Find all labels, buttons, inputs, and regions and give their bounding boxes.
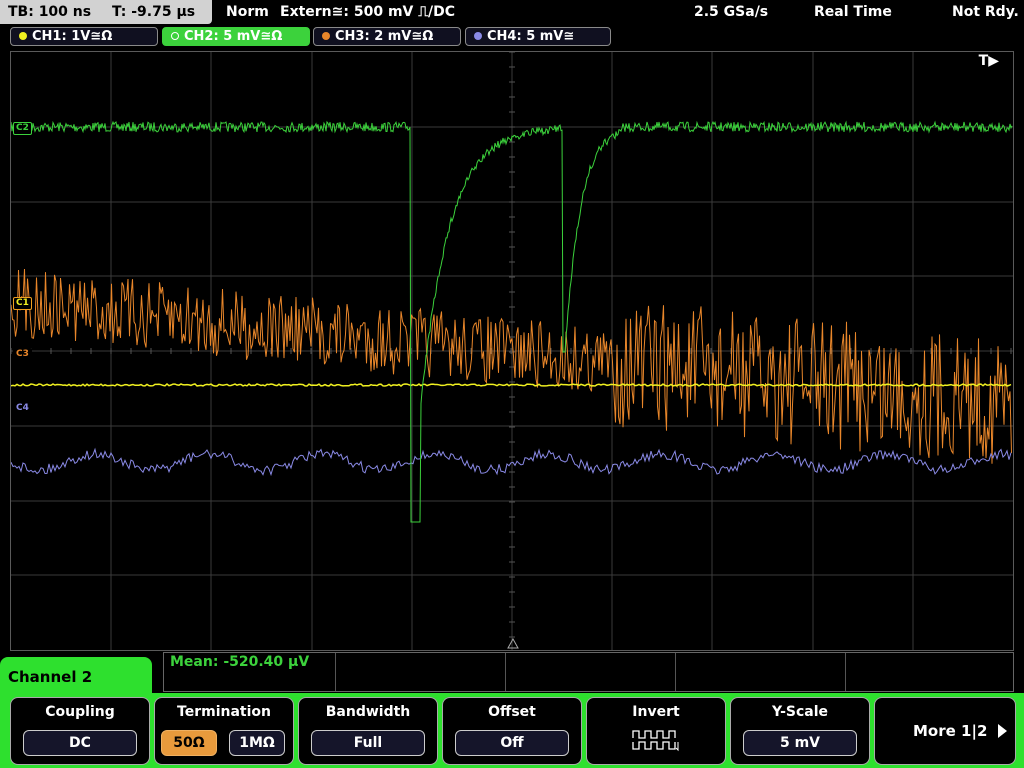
channel-4-label: CH4: 5 mV≅: [487, 29, 575, 44]
trigger-offset-indicator[interactable]: T▶: [979, 53, 999, 69]
channel-2-ref-marker[interactable]: C2: [13, 122, 32, 135]
channel-1-color-dot: [19, 32, 27, 40]
bandwidth-value: Full: [311, 730, 425, 756]
measurement-cell: [505, 653, 676, 691]
channel-2-label: CH2: 5 mV≅Ω: [184, 29, 283, 44]
measurement-cell: [675, 653, 846, 691]
coupling-softkey[interactable]: Coupling DC: [10, 697, 150, 765]
invert-title: Invert: [632, 704, 680, 720]
measurement-bar: Mean: -520.40 µV: [163, 652, 1014, 692]
trigger-position-marker[interactable]: [507, 637, 519, 649]
offset-title: Offset: [488, 704, 536, 720]
channel-4-ref-marker[interactable]: C4: [13, 402, 32, 415]
channel-tabs: CH1: 1V≅Ω CH2: 5 mV≅Ω CH3: 2 mV≅Ω CH4: 5…: [0, 26, 1024, 48]
channel-3-label: CH3: 2 mV≅Ω: [335, 29, 434, 44]
waveform-display[interactable]: T▶ C2 C1 C3 C4: [10, 51, 1014, 651]
trigger-source[interactable]: Extern≅: 500 mV ⎍/DC: [280, 0, 455, 24]
timebase-box[interactable]: TB: 100 ns T: -9.75 µs: [0, 0, 212, 24]
more-label: More 1|2: [913, 722, 988, 740]
measurement-cell: [164, 653, 336, 691]
more-softkey[interactable]: More 1|2: [874, 697, 1016, 765]
channel-2-color-dot: [171, 32, 179, 40]
timebase-value: TB: 100 ns: [8, 4, 92, 20]
y-scale-softkey[interactable]: Y-Scale 5 mV: [730, 697, 870, 765]
trigger-time-value: T: -9.75 µs: [111, 4, 196, 20]
graticule: [11, 52, 1013, 650]
channel-4-waveform: [11, 447, 1012, 477]
trigger-mode[interactable]: Norm: [226, 0, 269, 24]
channel-4-tab[interactable]: CH4: 5 mV≅: [465, 27, 611, 46]
sample-rate: 2.5 GSa/s: [694, 4, 769, 20]
channel-1-ref-marker[interactable]: C1: [13, 297, 32, 310]
channel-4-color-dot: [474, 32, 482, 40]
bandwidth-title: Bandwidth: [325, 704, 411, 720]
channel-3-ref-marker[interactable]: C3: [13, 348, 32, 361]
termination-option-1mohm[interactable]: 1MΩ: [229, 730, 285, 756]
y-scale-title: Y-Scale: [771, 704, 828, 720]
y-scale-value: 5 mV: [743, 730, 857, 756]
bandwidth-softkey[interactable]: Bandwidth Full: [298, 697, 438, 765]
termination-title: Termination: [177, 704, 271, 720]
channel-3-waveform: [11, 268, 1012, 464]
waveform-canvas: [11, 52, 1013, 650]
coupling-value: DC: [23, 730, 137, 756]
channel-1-tab[interactable]: CH1: 1V≅Ω: [10, 27, 158, 46]
invert-waveform-icon: [632, 730, 679, 752]
termination-softkey[interactable]: Termination 50Ω 1MΩ: [154, 697, 294, 765]
coupling-title: Coupling: [45, 704, 115, 720]
arrow-right-icon: [998, 724, 1007, 738]
channel-3-color-dot: [322, 32, 330, 40]
termination-option-50ohm[interactable]: 50Ω: [161, 730, 217, 756]
offset-softkey[interactable]: Offset Off: [442, 697, 582, 765]
run-status: Not Rdy.: [952, 4, 1019, 20]
acquisition-mode[interactable]: Real Time: [814, 0, 892, 24]
measurement-cell: [335, 653, 506, 691]
status-bar: TB: 100 ns T: -9.75 µs Norm Extern≅: 500…: [0, 0, 1024, 24]
invert-softkey[interactable]: Invert: [586, 697, 726, 765]
offset-value: Off: [455, 730, 569, 756]
channel-1-label: CH1: 1V≅Ω: [32, 29, 113, 44]
channel-2-tab[interactable]: CH2: 5 mV≅Ω: [162, 27, 310, 46]
channel-3-tab[interactable]: CH3: 2 mV≅Ω: [313, 27, 461, 46]
